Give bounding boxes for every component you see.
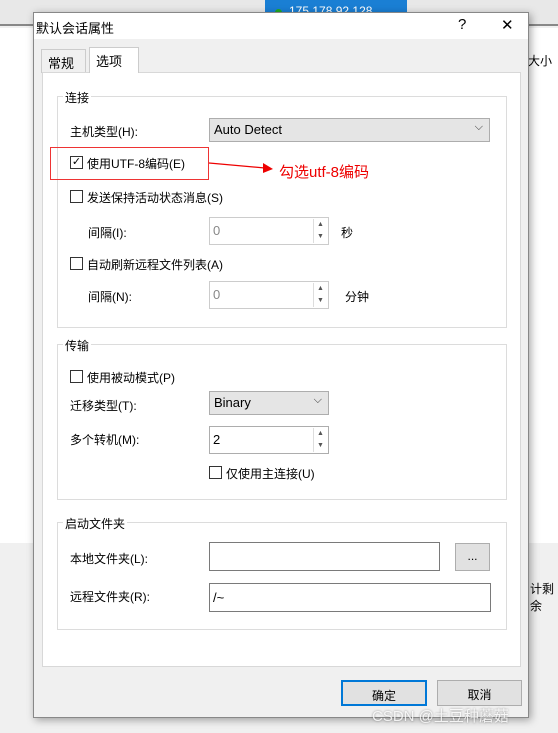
browse-button[interactable]: ... <box>455 543 490 571</box>
minutes-unit: 分钟 <box>345 290 370 304</box>
title-bar: 默认会话属性 <box>34 13 528 39</box>
seconds-unit: 秒 <box>341 226 354 240</box>
remote-folder-value: /~ <box>213 590 225 605</box>
session-properties-dialog: 默认会话属性 ? ✕ 常规 选项 连接 主机类型(H): Auto Detect… <box>33 12 529 718</box>
transfer-type-select[interactable]: Binary ⌵ <box>209 391 329 415</box>
keepalive-checkbox[interactable] <box>70 190 83 203</box>
main-connection-only-label: 仅使用主连接(U) <box>226 467 315 481</box>
interval-seconds-label: 间隔(I): <box>88 226 127 240</box>
remote-folder-label: 远程文件夹(R): <box>70 590 150 604</box>
startup-folder-group <box>57 522 507 630</box>
dialog-title: 默认会话属性 <box>36 21 115 36</box>
spin-arrows-icon[interactable]: ▲ ▼ <box>313 219 327 243</box>
close-button[interactable]: ✕ <box>501 16 514 34</box>
interval-minutes-stepper[interactable]: 0 ▲ ▼ <box>209 281 329 309</box>
interval-seconds-value: 0 <box>213 223 221 238</box>
tab-general[interactable]: 常规 <box>41 49 86 73</box>
cancel-button[interactable]: 取消 <box>437 680 522 706</box>
transfer-type-value: Binary <box>214 395 251 410</box>
interval-seconds-stepper[interactable]: 0 ▲ ▼ <box>209 217 329 245</box>
ok-button[interactable]: 确定 <box>341 680 427 706</box>
tab-options[interactable]: 选项 <box>89 47 139 73</box>
annotation-arrow-icon <box>209 162 273 173</box>
main-connection-only-checkbox[interactable] <box>209 466 222 479</box>
chevron-down-icon: ⌵ <box>313 394 322 406</box>
help-button[interactable]: ? <box>458 16 466 33</box>
passive-mode-label: 使用被动模式(P) <box>87 371 175 385</box>
multi-transfer-value: 2 <box>213 432 221 447</box>
interval-minutes-value: 0 <box>213 287 221 302</box>
spin-arrows-icon[interactable]: ▲ ▼ <box>313 428 327 452</box>
watermark: CSDN @土豆种蘑菇 <box>372 708 509 725</box>
multi-transfer-label: 多个转机(M): <box>70 433 140 447</box>
startup-folder-group-label: 启动文件夹 <box>63 515 128 532</box>
interval-minutes-label: 间隔(N): <box>88 290 132 304</box>
passive-mode-checkbox[interactable] <box>70 370 83 383</box>
background-col-header: 大小 <box>528 54 553 68</box>
annotation-text: 勾选utf-8编码 <box>279 164 370 181</box>
chevron-down-icon: ⌵ <box>474 121 483 133</box>
host-type-label: 主机类型(H): <box>70 125 138 139</box>
transfer-group-label: 传输 <box>63 337 92 354</box>
keepalive-label: 发送保持活动状态消息(S) <box>87 191 223 205</box>
connection-group-label: 连接 <box>63 89 92 106</box>
spin-arrows-icon[interactable]: ▲ ▼ <box>313 283 327 307</box>
host-type-value: Auto Detect <box>214 122 282 137</box>
transfer-type-label: 迁移类型(T): <box>70 399 137 413</box>
autorefresh-checkbox[interactable] <box>70 257 83 270</box>
autorefresh-label: 自动刷新远程文件列表(A) <box>87 258 223 272</box>
local-folder-label: 本地文件夹(L): <box>70 552 149 566</box>
multi-transfer-stepper[interactable]: 2 ▲ ▼ <box>209 426 329 454</box>
annotation-box <box>50 147 209 180</box>
background-col-header-2: 计剩余 <box>530 582 555 613</box>
remote-folder-input[interactable]: /~ <box>209 583 491 612</box>
local-folder-input[interactable] <box>209 542 440 571</box>
host-type-select[interactable]: Auto Detect ⌵ <box>209 118 490 142</box>
